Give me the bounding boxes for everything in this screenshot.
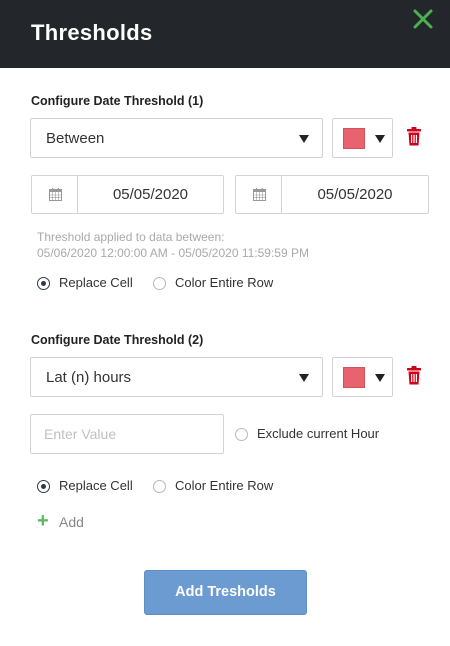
radio-label: Replace Cell (59, 478, 133, 493)
trash-icon[interactable] (406, 127, 422, 146)
radio-button[interactable] (153, 480, 166, 493)
hint-line-1: Threshold applied to data between: (37, 230, 225, 244)
hint-line-2: 05/06/2020 12:00:00 AM - 05/05/2020 11:5… (37, 246, 309, 260)
plus-icon: + (37, 510, 49, 532)
radio-label: Color Entire Row (175, 275, 274, 290)
threshold-1-hint: Threshold applied to data between: 05/06… (37, 229, 309, 261)
date-to-field[interactable]: 05/05/2020 (235, 175, 429, 214)
radio-button-checked[interactable] (37, 277, 50, 290)
radio-button[interactable] (153, 277, 166, 290)
threshold-2-color-picker[interactable] (332, 357, 393, 397)
chevron-down-icon (299, 135, 309, 143)
trash-icon[interactable] (406, 366, 422, 385)
add-label: Add (59, 514, 84, 530)
threshold-1-color-picker[interactable] (332, 118, 393, 158)
threshold-2-value-input[interactable] (30, 414, 224, 454)
chevron-down-icon (375, 374, 385, 382)
threshold-2-operator-select[interactable]: Lat (n) hours (30, 357, 323, 397)
radio-button[interactable] (235, 428, 248, 441)
threshold-1-replace-cell-option[interactable]: Replace Cell (37, 275, 142, 293)
dialog-header: Thresholds (0, 0, 450, 68)
threshold-1-operator-value: Between (46, 130, 105, 147)
threshold-2-replace-cell-option[interactable]: Replace Cell (37, 478, 142, 496)
threshold-1-operator-select[interactable]: Between (30, 118, 323, 158)
date-to-value: 05/05/2020 (317, 186, 393, 203)
threshold-2-heading: Configure Date Threshold (2) (31, 333, 204, 347)
color-swatch (343, 367, 365, 388)
radio-label: Replace Cell (59, 275, 133, 290)
threshold-1-color-row-option[interactable]: Color Entire Row (153, 275, 283, 293)
threshold-2-color-row-option[interactable]: Color Entire Row (153, 478, 283, 496)
dialog-title: Thresholds (31, 20, 153, 45)
threshold-1-heading: Configure Date Threshold (1) (31, 94, 204, 108)
date-from-value: 05/05/2020 (112, 186, 189, 203)
chevron-down-icon (299, 374, 309, 382)
date-from-field[interactable]: 05/05/2020 (31, 175, 224, 214)
threshold-2-operator-value: Lat (n) hours (46, 369, 132, 386)
calendar-icon[interactable] (32, 176, 78, 213)
calendar-icon[interactable] (236, 176, 282, 213)
radio-label: Exclude current Hour (257, 426, 380, 441)
add-thresholds-button[interactable]: Add Tresholds (144, 570, 307, 615)
exclude-current-hour-option[interactable]: Exclude current Hour (235, 426, 395, 444)
chevron-down-icon (375, 135, 385, 143)
close-icon[interactable] (412, 8, 434, 30)
color-swatch (343, 128, 365, 149)
radio-label: Color Entire Row (175, 478, 274, 493)
radio-button-checked[interactable] (37, 480, 50, 493)
